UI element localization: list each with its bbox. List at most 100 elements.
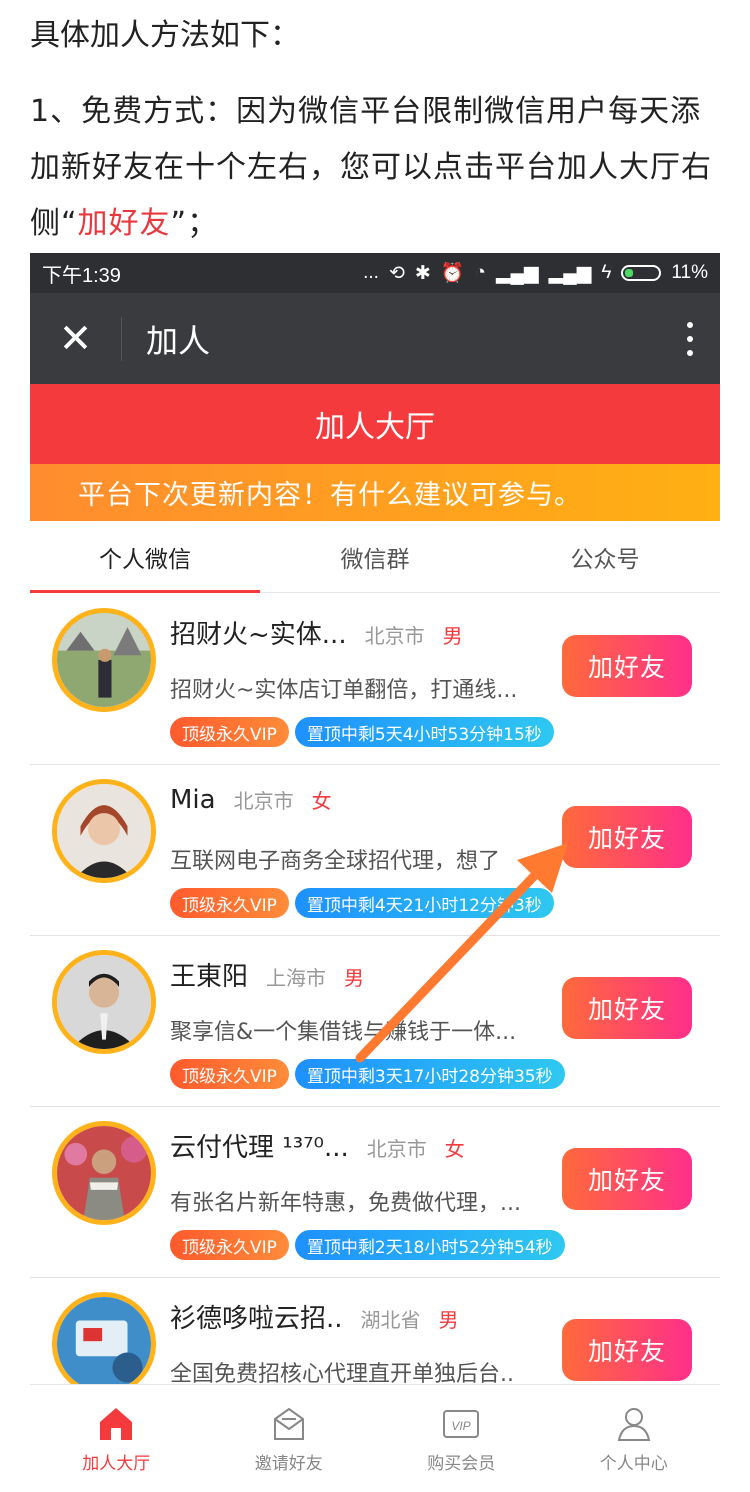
tab-bar: 个人微信 微信群 公众号	[30, 521, 720, 593]
contact-gender: 女	[311, 789, 332, 813]
contact-gender: 男	[442, 624, 463, 648]
status-icons: ... ⟲ ✱ ⏰ ◔ ▂▄▆ ▂▄▆ ϟ 11%	[363, 261, 708, 285]
nav-label: 加人大厅	[82, 1454, 151, 1474]
contact-description: 有张名片新年特惠，免费做代理，...	[170, 1191, 521, 1216]
name-line: Mia 北京市 女	[170, 785, 332, 815]
user-icon	[617, 1408, 650, 1441]
pinned-badge: 置顶中剩3天17小时28分钟35秒	[294, 1059, 565, 1089]
menu-dot	[687, 321, 693, 328]
name-line: 云付代理 ¹³⁷⁰... 北京市 女	[170, 1127, 465, 1164]
battery-percent: 11%	[671, 262, 708, 283]
badges: 顶级永久VIP 置顶中剩5天4小时53分钟15秒	[170, 717, 554, 747]
close-button[interactable]: ✕	[30, 316, 122, 362]
bottom-nav: 加人大厅 邀请好友 VIP 购买会员 个人中心	[30, 1384, 720, 1492]
more-menu-button[interactable]	[660, 321, 720, 356]
sync-icon: ⟲	[388, 262, 405, 284]
list-item[interactable]: 招财火~实体... 北京市 男 招财火~实体店订单翻倍，打通线... 顶级永久V…	[30, 594, 720, 765]
contact-name: 王東阳	[170, 962, 249, 992]
badges: 顶级永久VIP 置顶中剩4天21小时12分钟3秒	[170, 888, 554, 918]
contact-name: 招财火~实体...	[170, 620, 347, 650]
contact-city: 北京市	[233, 789, 294, 813]
contact-city: 湖北省	[360, 1308, 421, 1332]
paragraph-highlight: 加好友	[77, 206, 171, 241]
contact-name: 云付代理 ¹³⁷⁰...	[170, 1133, 349, 1163]
contact-description: 聚享信&一个集借钱与赚钱于一体...	[170, 1020, 517, 1045]
contact-city: 北京市	[366, 1137, 427, 1161]
status-bar: 下午1:39 ... ⟲ ✱ ⏰ ◔ ▂▄▆ ▂▄▆ ϟ 11%	[30, 253, 720, 293]
nav-profile[interactable]: 个人中心	[548, 1385, 721, 1492]
contact-gender: 男	[344, 966, 365, 990]
title-bar: ✕ 加人	[30, 293, 720, 384]
notice-bar[interactable]: 平台下次更新内容！有什么建议可参与。	[30, 464, 720, 521]
nav-label: 邀请好友	[254, 1454, 323, 1474]
article-heading: 具体加人方法如下：	[30, 18, 300, 53]
paragraph-suffix: ”；	[170, 206, 219, 241]
nav-hall[interactable]: 加人大厅	[30, 1385, 203, 1492]
add-friend-button[interactable]: 加好友	[562, 977, 692, 1039]
avatar-image	[57, 613, 151, 707]
avatar[interactable]	[52, 950, 156, 1054]
name-line: 衫德哆啦云招.. 湖北省 男	[170, 1298, 459, 1335]
contact-name: 衫德哆啦云招..	[170, 1304, 343, 1334]
add-friend-button[interactable]: 加好友	[562, 806, 692, 868]
contact-gender: 男	[438, 1308, 459, 1332]
wifi-icon: ◔	[474, 262, 486, 283]
hall-banner: 加人大厅	[30, 384, 720, 464]
avatar-image	[57, 1297, 151, 1391]
add-friend-button[interactable]: 加好友	[562, 635, 692, 697]
article-paragraph: 1、免费方式：因为微信平台限制微信用户每天添加新好友在十个左右，您可以点击平台加…	[30, 84, 730, 252]
phone-screenshot: 下午1:39 ... ⟲ ✱ ⏰ ◔ ▂▄▆ ▂▄▆ ϟ 11% ✕ 加人 加人…	[30, 253, 720, 1492]
list-item[interactable]: Mia 北京市 女 互联网电子商务全球招代理，想了 顶级永久VIP 置顶中剩4天…	[30, 765, 720, 936]
vip-badge: 顶级永久VIP	[170, 888, 289, 918]
name-line: 王東阳 上海市 男	[170, 956, 364, 993]
signal-icon-2: ▂▄▆	[548, 262, 592, 284]
contact-name: Mia	[170, 785, 216, 815]
more-dots-icon: ...	[363, 262, 379, 283]
contact-description: 互联网电子商务全球招代理，想了	[170, 849, 501, 874]
pinned-badge: 置顶中剩5天4小时53分钟15秒	[294, 717, 554, 747]
page-title: 加人	[146, 321, 211, 360]
menu-dot	[687, 335, 693, 342]
nav-label: 个人中心	[599, 1454, 668, 1474]
avatar[interactable]	[52, 1292, 156, 1396]
list-item[interactable]: 云付代理 ¹³⁷⁰... 北京市 女 有张名片新年特惠，免费做代理，... 顶级…	[30, 1107, 720, 1278]
contact-list: 招财火~实体... 北京市 男 招财火~实体店订单翻倍，打通线... 顶级永久V…	[30, 594, 720, 1449]
nav-buy-vip[interactable]: VIP 购买会员	[375, 1385, 548, 1492]
menu-dot	[687, 349, 693, 356]
avatar[interactable]	[52, 608, 156, 712]
contact-city: 上海市	[266, 966, 327, 990]
vip-badge: 顶级永久VIP	[170, 1230, 289, 1260]
charging-icon: ϟ	[601, 262, 612, 283]
add-friend-button[interactable]: 加好友	[562, 1148, 692, 1210]
badges: 顶级永久VIP 置顶中剩2天18小时52分钟54秒	[170, 1230, 565, 1260]
alarm-icon: ⏰	[440, 263, 465, 284]
avatar-image	[57, 784, 151, 878]
list-item[interactable]: 王東阳 上海市 男 聚享信&一个集借钱与赚钱于一体... 顶级永久VIP 置顶中…	[30, 936, 720, 1107]
pinned-badge: 置顶中剩4天21小时12分钟3秒	[294, 888, 554, 918]
svg-text:VIP: VIP	[452, 1419, 471, 1433]
avatar[interactable]	[52, 779, 156, 883]
avatar-image	[57, 955, 151, 1049]
contact-city: 北京市	[364, 624, 425, 648]
tab-wechat-groups[interactable]: 微信群	[260, 521, 490, 592]
nav-label: 购买会员	[427, 1454, 496, 1474]
badges: 顶级永久VIP 置顶中剩3天17小时28分钟35秒	[170, 1059, 565, 1089]
signal-icon: ▂▄▆	[495, 262, 539, 284]
tab-personal-wechat[interactable]: 个人微信	[30, 521, 260, 593]
avatar-image	[57, 1126, 151, 1220]
pinned-badge: 置顶中剩2天18小时52分钟54秒	[294, 1230, 565, 1260]
battery-icon	[621, 265, 662, 281]
bluetooth-icon: ✱	[414, 262, 431, 284]
add-friend-button[interactable]: 加好友	[562, 1319, 692, 1381]
contact-gender: 女	[444, 1137, 465, 1161]
vip-ticket-icon: VIP	[443, 1410, 480, 1438]
tab-official-accounts[interactable]: 公众号	[490, 521, 720, 592]
invite-mail-icon	[273, 1407, 304, 1440]
vip-badge: 顶级永久VIP	[170, 1059, 289, 1089]
vip-badge: 顶级永久VIP	[170, 717, 289, 747]
status-time: 下午1:39	[42, 264, 121, 287]
nav-invite[interactable]: 邀请好友	[203, 1385, 376, 1492]
name-line: 招财火~实体... 北京市 男	[170, 614, 463, 651]
home-icon	[100, 1408, 133, 1440]
avatar[interactable]	[52, 1121, 156, 1225]
